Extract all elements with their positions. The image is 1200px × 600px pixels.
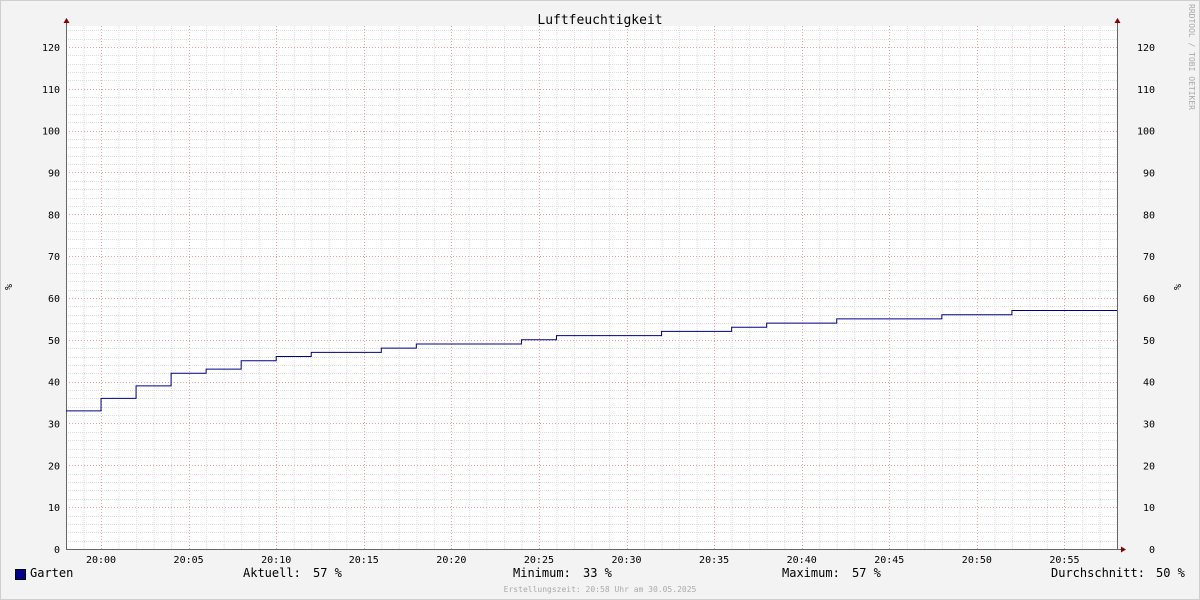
arrow-up-left-icon: [63, 18, 70, 23]
legend-swatch-garten: [15, 569, 26, 580]
x-tick-label: 20:10: [261, 555, 291, 566]
x-tick-label: 20:20: [436, 555, 466, 566]
y-tick-label-left: 0: [54, 545, 60, 556]
y-tick-label-right: 70: [1143, 252, 1155, 263]
maximum-label: Maximum:: [782, 566, 840, 580]
y-tick-label-right: 40: [1143, 378, 1155, 389]
chart-title: Luftfeuchtigkeit: [537, 13, 662, 28]
y-tick-label-left: 120: [42, 43, 60, 54]
y-tick-label-right: 30: [1143, 419, 1155, 430]
x-tick-label: 20:25: [524, 555, 554, 566]
legend-series-name: Garten: [30, 566, 74, 580]
y-tick-label-left: 10: [48, 503, 60, 514]
legend: Garten Aktuell: 57 % Minimum: 33 % Maxim…: [0, 566, 1200, 584]
grid: [66, 26, 1118, 549]
x-tick-label: 20:15: [349, 555, 379, 566]
arrow-right-icon: [1121, 546, 1126, 553]
maximum-value: 57 %: [852, 566, 881, 580]
y-tick-label-right: 20: [1143, 461, 1155, 472]
y-tick-label-right: 100: [1137, 127, 1155, 138]
y-tick-label-right: 10: [1143, 503, 1155, 514]
footer-timestamp: Erstellungszeit: 20:58 Uhr am 30.05.2025: [503, 585, 697, 594]
y-tick-label-right: 120: [1137, 43, 1155, 54]
arrow-up-right-icon: [1114, 18, 1121, 23]
x-tick-label: 20:05: [174, 555, 204, 566]
durchschnitt-label: Durchschnitt:: [1051, 566, 1145, 580]
y-tick-label-right: 90: [1143, 168, 1155, 179]
y-tick-label-left: 110: [42, 85, 60, 96]
minimum-value: 33 %: [583, 566, 612, 580]
y-tick-label-right: 80: [1143, 210, 1155, 221]
aktuell-label: Aktuell:: [243, 566, 301, 580]
y-tick-label-left: 40: [48, 378, 60, 389]
durchschnitt-value: 50 %: [1156, 566, 1185, 580]
x-tick-label: 20:00: [86, 555, 116, 566]
y-tick-label-left: 90: [48, 168, 60, 179]
y-axis-label-left: %: [4, 284, 15, 290]
y-tick-label-left: 80: [48, 210, 60, 221]
y-tick-label-right: 60: [1143, 294, 1155, 305]
chart-svg: 0 0 10 10 20 20 30 30 40 40 50 50 60 60 70 70 80 80 90 90 10…: [4, 13, 1184, 566]
x-tick-label: 20:50: [962, 555, 992, 566]
aktuell-value: 57 %: [313, 566, 342, 580]
y-tick-label-left: 20: [48, 461, 60, 472]
y-tick-label-left: 100: [42, 127, 60, 138]
y-tick-label-right: 50: [1143, 336, 1155, 347]
x-tick-label: 20:35: [699, 555, 729, 566]
y-axis-label-right: %: [1173, 284, 1184, 290]
y-tick-label-left: 50: [48, 336, 60, 347]
y-tick-label-right: 0: [1149, 545, 1155, 556]
x-tick-label: 20:40: [787, 555, 817, 566]
x-tick-label: 20:45: [874, 555, 904, 566]
y-tick-label-left: 30: [48, 419, 60, 430]
y-tick-label-right: 110: [1137, 85, 1155, 96]
x-tick-label: 20:30: [611, 555, 641, 566]
x-tick-label: 20:55: [1049, 555, 1079, 566]
minimum-label: Minimum:: [513, 566, 571, 580]
y-tick-label-left: 60: [48, 294, 60, 305]
y-tick-label-left: 70: [48, 252, 60, 263]
watermark: RRDTOOL / TOBI OETIKER: [1187, 4, 1196, 110]
